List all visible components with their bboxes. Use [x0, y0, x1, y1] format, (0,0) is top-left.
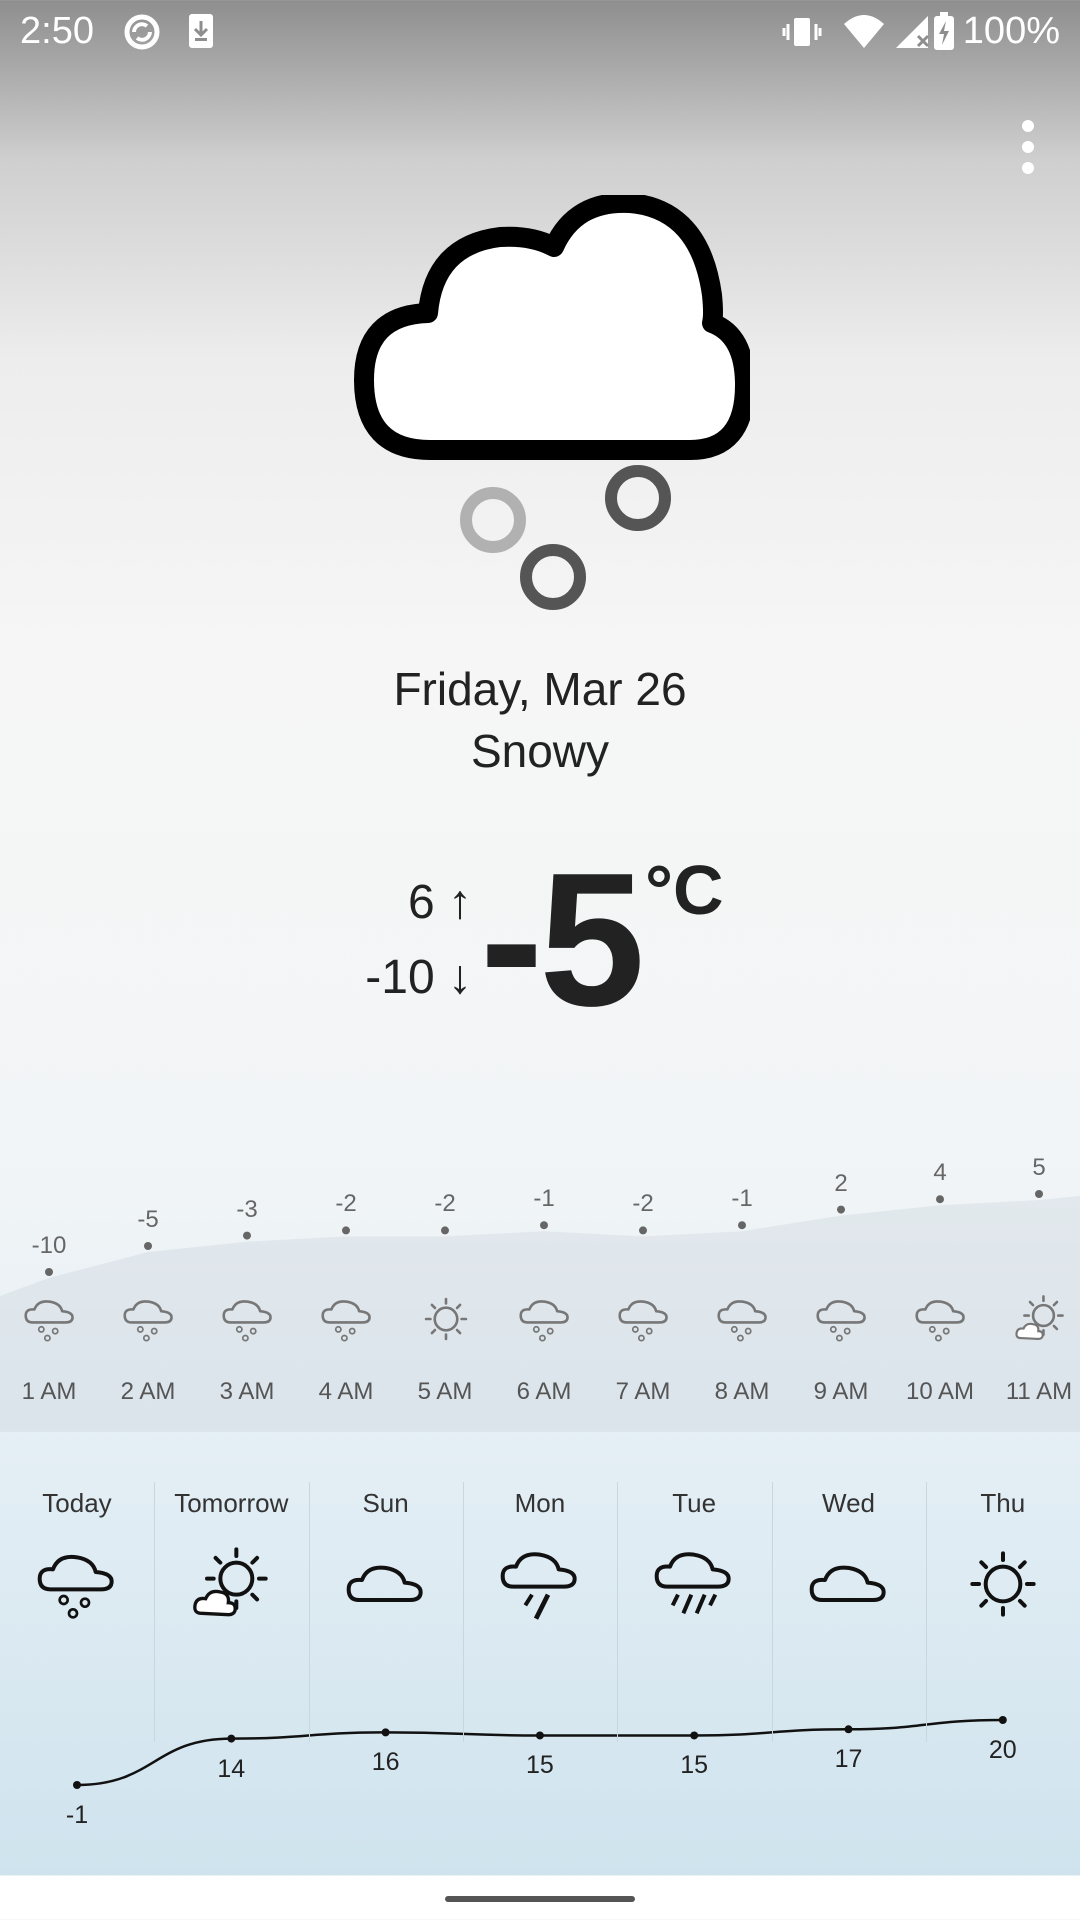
signal-icon: [896, 16, 930, 48]
partly-cloudy-icon: [193, 1547, 268, 1617]
daily-temp: 17: [834, 1745, 863, 1774]
download-icon: [189, 14, 213, 48]
day-separator: [617, 1482, 618, 1742]
day-label[interactable]: Wed: [772, 1488, 926, 1519]
day-label[interactable]: Tue: [617, 1488, 771, 1519]
daily-point: [381, 1728, 390, 1737]
hourly-time: 11 AM: [1005, 1378, 1073, 1405]
day-label[interactable]: Thu: [926, 1488, 1080, 1519]
daily-temp: 16: [371, 1748, 400, 1777]
status-bar: 2:50 100%: [0, 0, 1080, 64]
daily-point: [73, 1781, 81, 1789]
hourly-time: 1 AM: [21, 1378, 77, 1405]
hourly-temp: 2: [834, 1169, 848, 1197]
snow-icon: [321, 1300, 371, 1342]
cloud-icon: [346, 1565, 423, 1602]
thunderstorm-icon: [500, 1552, 577, 1620]
current-temperature: -5: [480, 834, 645, 1046]
do-not-disturb-icon: [124, 14, 160, 50]
hourly-time: 10 AM: [905, 1378, 975, 1405]
hourly-temp: -2: [632, 1190, 654, 1218]
daily-temp: -1: [65, 1801, 89, 1829]
daily-temp: 15: [680, 1751, 709, 1780]
vibrate-icon: [782, 18, 822, 46]
hourly-time: 6 AM: [516, 1378, 572, 1405]
day-separator: [926, 1482, 927, 1742]
gesture-nav-bar[interactable]: [445, 1896, 635, 1902]
current-condition: Snowy: [470, 725, 610, 777]
wifi-icon: [844, 15, 884, 48]
hourly-point: [243, 1231, 251, 1240]
cloud-icon: [809, 1565, 886, 1602]
daily-point: [998, 1716, 1007, 1724]
daily-point: [844, 1725, 853, 1734]
daily-temp: 20: [988, 1736, 1017, 1764]
hourly-temp: -3: [236, 1195, 258, 1223]
current-date: Friday, Mar 26: [393, 663, 687, 715]
snow-icon: [519, 1300, 569, 1342]
low-temperature: -10 ↓: [365, 951, 472, 1004]
snow-cloud-icon: [354, 195, 750, 610]
hourly-temp: 5: [1032, 1154, 1046, 1181]
hourly-temp: -1: [731, 1185, 753, 1213]
hourly-temp: 4: [933, 1159, 947, 1187]
hourly-point: [342, 1226, 350, 1235]
daily-temp: 15: [525, 1751, 554, 1780]
hourly-time: 9 AM: [813, 1378, 869, 1405]
day-label[interactable]: Today: [0, 1488, 154, 1519]
sun-icon: [970, 1551, 1036, 1617]
high-temperature: 6 ↑: [407, 876, 472, 929]
hourly-time: 5 AM: [417, 1378, 473, 1405]
hourly-temp: -10: [31, 1232, 67, 1259]
snow-icon: [915, 1300, 965, 1342]
hourly-point: [441, 1226, 449, 1235]
daily-point: [690, 1731, 699, 1740]
snow-icon: [816, 1300, 866, 1342]
hourly-point: [45, 1268, 53, 1276]
hourly-time: 3 AM: [219, 1378, 275, 1405]
hourly-point: [936, 1195, 944, 1204]
hourly-time: 4 AM: [318, 1378, 374, 1405]
hourly-point: [837, 1205, 845, 1214]
hourly-time: 2 AM: [120, 1378, 176, 1405]
day-separator: [309, 1482, 310, 1742]
hourly-time: 7 AM: [615, 1378, 671, 1405]
snow-icon: [37, 1554, 114, 1619]
day-label[interactable]: Mon: [463, 1488, 617, 1519]
day-separator: [463, 1482, 464, 1742]
temperature-unit: °C: [645, 851, 724, 929]
rain-icon: [654, 1552, 731, 1615]
day-label[interactable]: Sun: [309, 1488, 463, 1519]
battery-charging-icon: [934, 12, 954, 50]
hourly-temp: -1: [533, 1185, 555, 1213]
snow-icon: [618, 1300, 668, 1342]
hourly-point: [540, 1221, 548, 1230]
daily-point: [227, 1734, 236, 1743]
hourly-point: [1035, 1190, 1043, 1198]
hourly-temp: -5: [137, 1206, 159, 1233]
snow-icon: [24, 1300, 74, 1342]
day-label[interactable]: Tomorrow: [154, 1488, 308, 1519]
snow-icon: [123, 1300, 173, 1342]
hourly-time: 8 AM: [714, 1378, 770, 1405]
status-time: 2:50: [20, 10, 94, 52]
snow-icon: [717, 1300, 767, 1342]
sun-icon: [424, 1297, 468, 1341]
hourly-temp: -2: [335, 1190, 357, 1218]
daily-forecast[interactable]: Today -1 Tomorrow 14 Sun 16 Mon 15 Tue 15 Wed 17 Thu…: [0, 1432, 1080, 1876]
hourly-point: [144, 1242, 152, 1250]
day-separator: [772, 1482, 773, 1742]
day-separator: [154, 1482, 155, 1742]
daily-point: [535, 1731, 544, 1740]
hourly-forecast[interactable]: -10 1 AM -5 2 AM -3 3 AM -2 4 AM -2 5 AM -1 6 AM -2 7…: [0, 1150, 1080, 1430]
partly-cloudy-icon: [1015, 1295, 1064, 1341]
hourly-temp: -2: [434, 1190, 456, 1218]
hourly-point: [639, 1226, 647, 1235]
overflow-menu-button[interactable]: [1008, 112, 1048, 182]
snow-icon: [222, 1300, 272, 1342]
daily-temp: 14: [217, 1754, 246, 1783]
hourly-point: [738, 1221, 746, 1230]
battery-percentage: 100%: [962, 10, 1060, 52]
